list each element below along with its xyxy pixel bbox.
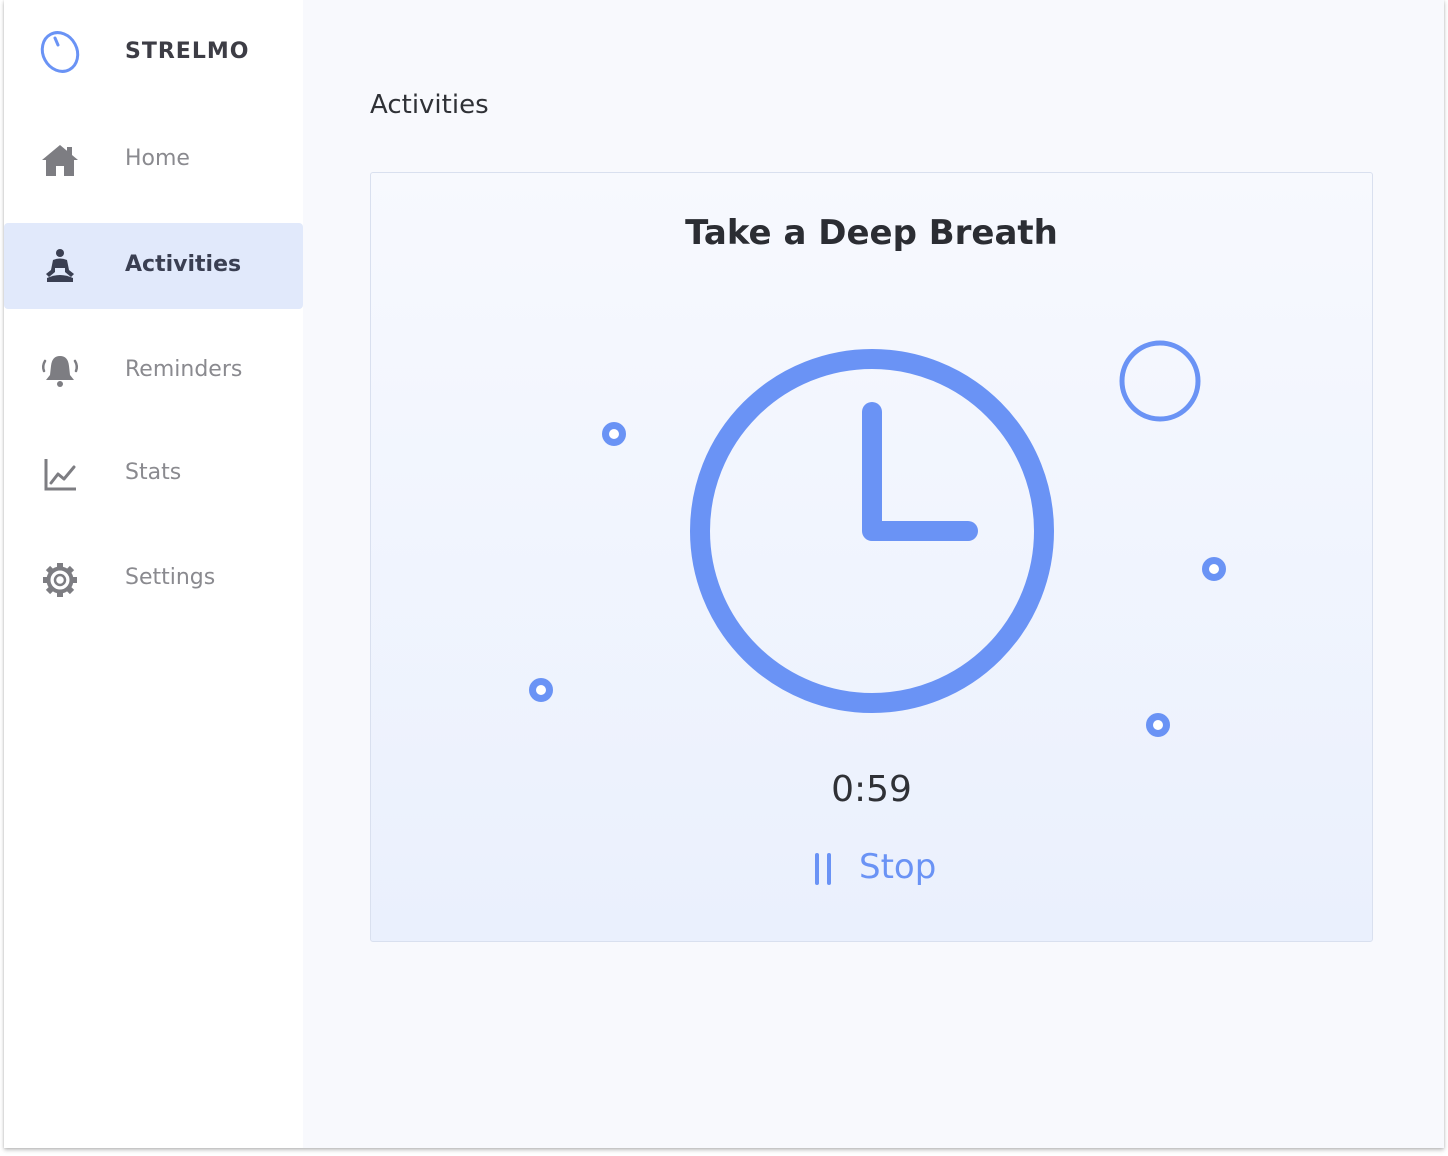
sidebar-item-label: Activities xyxy=(125,252,242,277)
stopwatch-logo-icon xyxy=(40,31,80,73)
sidebar-item-settings[interactable]: Settings xyxy=(4,536,303,622)
page-title: Activities xyxy=(370,90,489,120)
breathing-animation xyxy=(529,340,1226,737)
sidebar-item-label: Stats xyxy=(125,460,182,485)
app-name: STRELMO xyxy=(125,39,250,64)
stop-button-label: Stop xyxy=(859,847,937,887)
meditation-icon xyxy=(46,249,74,282)
activity-card: Take a Deep Breath 0:59 Stop xyxy=(370,172,1373,942)
countdown-timer: 0:59 xyxy=(831,769,912,810)
sidebar-item-stats[interactable]: Stats xyxy=(4,431,303,517)
bell-icon xyxy=(41,356,79,387)
sidebar: STRELMO Home Activities Reminders Stats … xyxy=(4,0,303,1148)
sidebar-item-label: Settings xyxy=(125,565,216,590)
sidebar-item-label: Home xyxy=(125,146,190,171)
home-icon xyxy=(42,145,78,176)
stop-button[interactable]: Stop xyxy=(807,843,947,893)
gear-icon xyxy=(43,563,77,597)
brand[interactable]: STRELMO xyxy=(4,28,303,80)
sidebar-item-label: Reminders xyxy=(125,357,243,382)
activity-title: Take a Deep Breath xyxy=(685,213,1058,253)
clock-icon xyxy=(690,349,1054,713)
chart-line-icon xyxy=(44,459,76,491)
floating-ring xyxy=(1119,340,1201,422)
sidebar-item-activities[interactable]: Activities xyxy=(4,223,303,309)
sidebar-item-reminders[interactable]: Reminders xyxy=(4,328,303,414)
sidebar-item-home[interactable]: Home xyxy=(4,117,303,203)
pause-icon xyxy=(815,853,831,885)
app-window: STRELMO Home Activities Reminders Stats … xyxy=(4,0,1444,1148)
